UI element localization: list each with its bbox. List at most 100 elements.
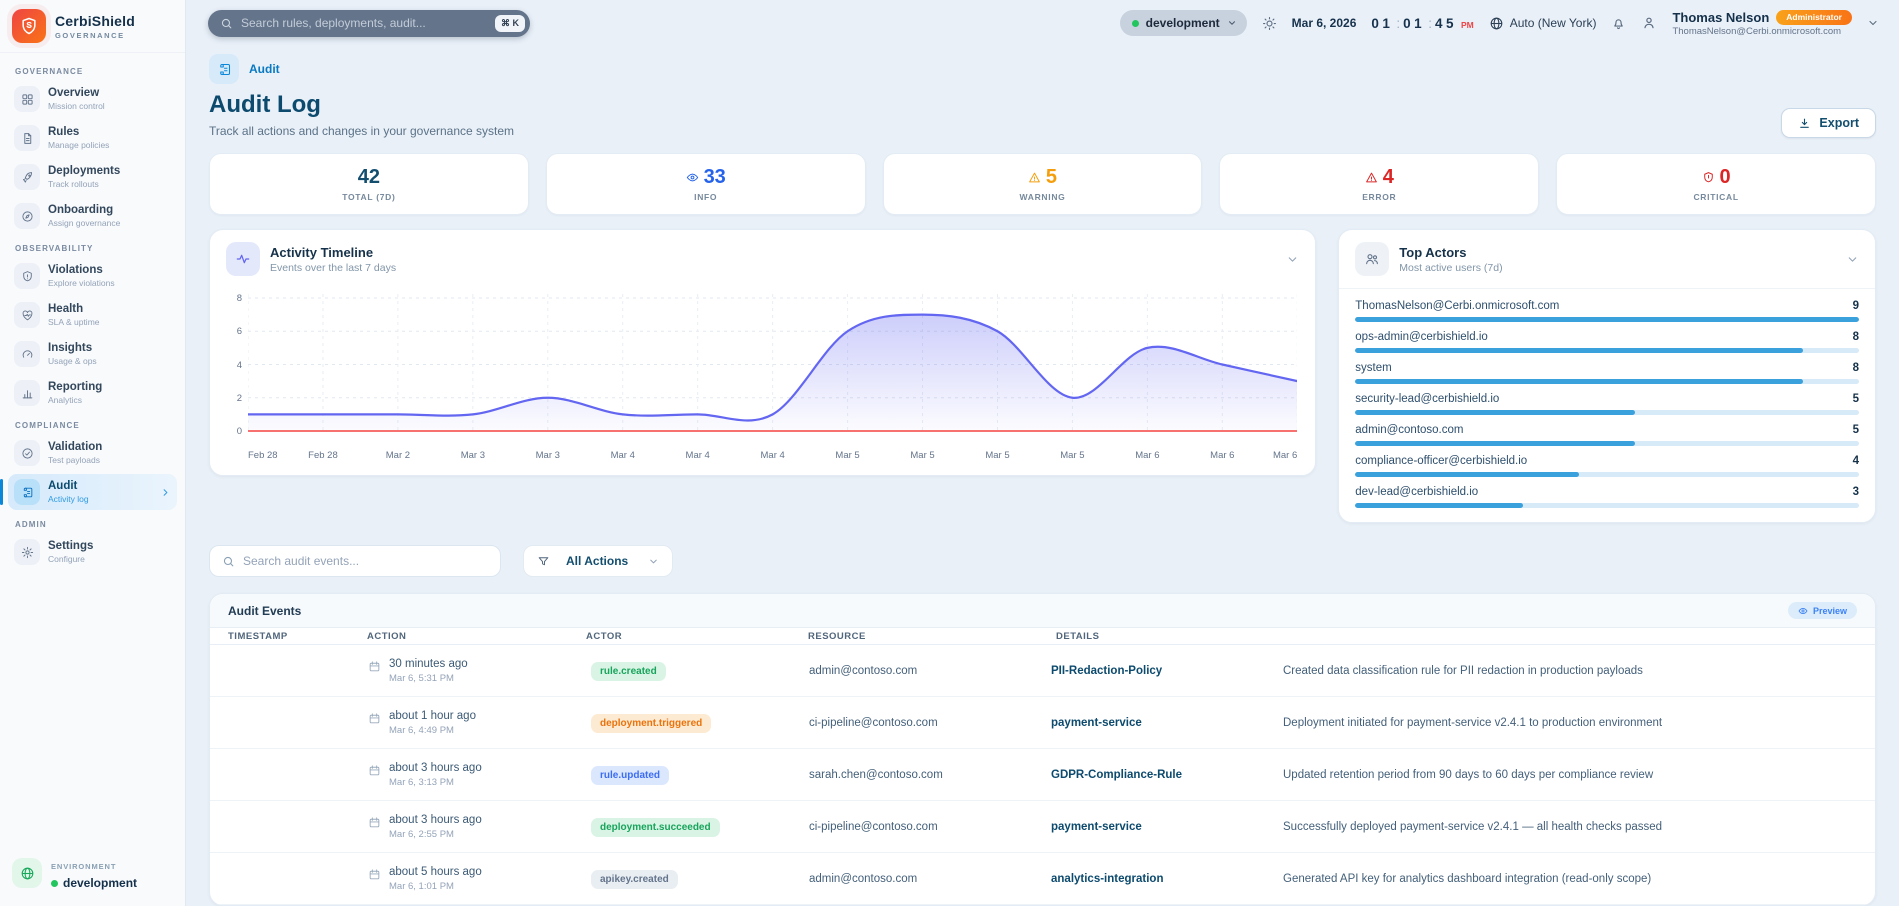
actor-row[interactable]: compliance-officer@cerbishield.io 4 (1355, 455, 1859, 477)
column-header: ACTION (367, 630, 407, 642)
row-resource: GDPR-Compliance-Rule (1051, 768, 1182, 781)
y-axis-tick: 8 (236, 293, 242, 304)
table-header: TIMESTAMP ACTION ACTOR RESOURCE DETAILS (210, 628, 1875, 645)
actor-bar (1355, 472, 1859, 477)
global-search-input[interactable] (241, 16, 487, 30)
row-time-ago: about 1 hour ago (389, 709, 476, 722)
collapse-chevron-icon[interactable] (1846, 253, 1859, 266)
row-time-ago: 30 minutes ago (389, 657, 468, 670)
sidebar-item-insights[interactable]: Insights Usage & ops (8, 336, 177, 372)
actor-row[interactable]: dev-lead@cerbishield.io 3 (1355, 486, 1859, 508)
item-subtitle: Track rollouts (48, 178, 99, 189)
row-resource: analytics-integration (1051, 872, 1164, 885)
page-subtitle: Track all actions and changes in your go… (209, 124, 515, 138)
calendar-icon (368, 660, 381, 673)
status-dot (51, 879, 58, 887)
row-time-ago: about 3 hours ago (389, 761, 482, 774)
section-admin: ADMIN (15, 520, 47, 529)
stat-value: 4 (1382, 166, 1394, 188)
row-timestamp: Mar 6, 3:13 PM (389, 776, 454, 788)
breadcrumb-item[interactable]: Audit (249, 62, 280, 76)
row-details: Created data classification rule for PII… (1283, 664, 1643, 677)
top-actors-title: Top Actors (1399, 244, 1467, 260)
top-actors-subtitle: Most active users (7d) (1399, 261, 1503, 274)
item-subtitle: Activity log (48, 493, 89, 504)
brand-tagline: GOVERNANCE (55, 30, 125, 40)
funnel-icon (537, 555, 550, 568)
notifications-bell-icon[interactable] (1611, 16, 1626, 31)
row-details: Deployment initiated for payment-service… (1283, 716, 1663, 729)
activity-pulse-icon (226, 242, 260, 276)
status-dot (1131, 19, 1139, 27)
sidebar-item-overview[interactable]: Overview Mission control (8, 81, 177, 117)
x-axis-tick: Mar 3 (460, 450, 485, 461)
user-menu[interactable]: Thomas Nelson Administrator ThomasNelson… (1672, 9, 1852, 37)
action-chip: rule.updated (591, 765, 670, 785)
item-title: Rules (48, 126, 80, 139)
actor-row[interactable]: security-lead@cerbishield.io 5 (1355, 393, 1859, 415)
global-search[interactable]: ⌘ K (208, 9, 530, 37)
stat-label: TOTAL (7D) (342, 192, 396, 202)
action-chip: apikey.created (591, 869, 678, 889)
environment-footer: ENVIRONMENT development (0, 844, 185, 906)
sidebar-item-deployments[interactable]: Deployments Track rollouts (8, 159, 177, 195)
actor-bar (1355, 348, 1859, 353)
x-axis-tick: Mar 6 (1210, 450, 1235, 461)
audit-scroll-icon (209, 54, 239, 84)
item-subtitle: Configure (48, 553, 85, 564)
stat-label: WARNING (1019, 192, 1066, 202)
actor-row[interactable]: ThomasNelson@Cerbi.onmicrosoft.com 9 (1355, 300, 1859, 322)
table-row[interactable]: about 3 hours ago Mar 6, 3:13 PM rule.upd… (210, 749, 1875, 801)
actor-row[interactable]: system 8 (1355, 362, 1859, 384)
row-timestamp: Mar 6, 1:01 PM (389, 880, 454, 892)
row-actor: admin@contoso.com (809, 664, 918, 677)
clock-hours: 01 (1371, 15, 1394, 31)
audit-search-input[interactable] (243, 554, 488, 568)
stats-row: 42 TOTAL (7D) 33 INFO 5 WARNING 4 ERROR … (209, 153, 1876, 215)
actor-bar (1355, 441, 1859, 446)
actor-name: security-lead@cerbishield.io (1355, 393, 1500, 405)
action-filter-dropdown[interactable]: All Actions (523, 545, 674, 577)
sidebar-item-reporting[interactable]: Reporting Analytics (8, 375, 177, 411)
action-chip: deployment.triggered (591, 713, 712, 733)
table-row[interactable]: about 5 hours ago Mar 6, 1:01 PM apikey.c… (210, 853, 1875, 905)
actor-name: compliance-officer@cerbishield.io (1355, 455, 1528, 467)
x-axis-tick: Mar 5 (910, 450, 935, 461)
check-circle-icon (14, 440, 40, 466)
sidebar-item-violations[interactable]: Violations Explore violations (8, 258, 177, 294)
collapse-chevron-icon[interactable] (1286, 253, 1299, 266)
actor-name: system (1355, 362, 1392, 374)
calendar-icon (368, 816, 381, 829)
audit-search[interactable] (209, 545, 501, 577)
calendar-icon (368, 764, 381, 777)
chart-title: Activity Timeline (270, 244, 374, 260)
breadcrumb: Audit (209, 54, 1876, 84)
date-display: Mar 6, 2026 (1291, 16, 1357, 30)
actor-row[interactable]: admin@contoso.com 5 (1355, 424, 1859, 446)
sidebar-item-onboarding[interactable]: Onboarding Assign governance (8, 198, 177, 234)
chevron-down-icon[interactable] (1867, 17, 1879, 29)
scroll-icon (14, 479, 40, 505)
table-row[interactable]: 30 minutes ago Mar 6, 5:31 PM rule.create… (210, 645, 1875, 697)
table-row[interactable]: about 1 hour ago Mar 6, 4:49 PM deploymen… (210, 697, 1875, 749)
sidebar: CerbiShield GOVERNANCE GOVERNANCE Overvi… (0, 0, 186, 906)
warning-triangle-icon (1028, 171, 1041, 184)
sidebar-item-settings[interactable]: Settings Configure (8, 534, 177, 570)
theme-sun-icon[interactable] (1262, 16, 1277, 31)
actor-row[interactable]: ops-admin@cerbishield.io 8 (1355, 331, 1859, 353)
eye-icon (686, 171, 699, 184)
row-details: Generated API key for analytics dashboar… (1283, 872, 1652, 885)
table-row[interactable]: about 3 hours ago Mar 6, 2:55 PM deployme… (210, 801, 1875, 853)
sidebar-item-rules[interactable]: Rules Manage policies (8, 120, 177, 156)
sidebar-item-audit[interactable]: Audit Activity log (0, 474, 177, 510)
environment-dropdown[interactable]: development (1119, 10, 1247, 36)
keyboard-shortcut-badge: ⌘ K (495, 14, 525, 32)
sidebar-item-health[interactable]: Health SLA & uptime (8, 297, 177, 333)
y-axis-tick: 4 (236, 359, 242, 371)
stat-value: 33 (703, 166, 726, 188)
stat-value: 0 (1719, 166, 1731, 188)
export-button[interactable]: Export (1781, 108, 1876, 138)
sidebar-item-validation[interactable]: Validation Test payloads (8, 435, 177, 471)
preview-badge[interactable]: Preview (1787, 602, 1857, 619)
timezone-selector[interactable]: Auto (New York) (1489, 16, 1596, 31)
